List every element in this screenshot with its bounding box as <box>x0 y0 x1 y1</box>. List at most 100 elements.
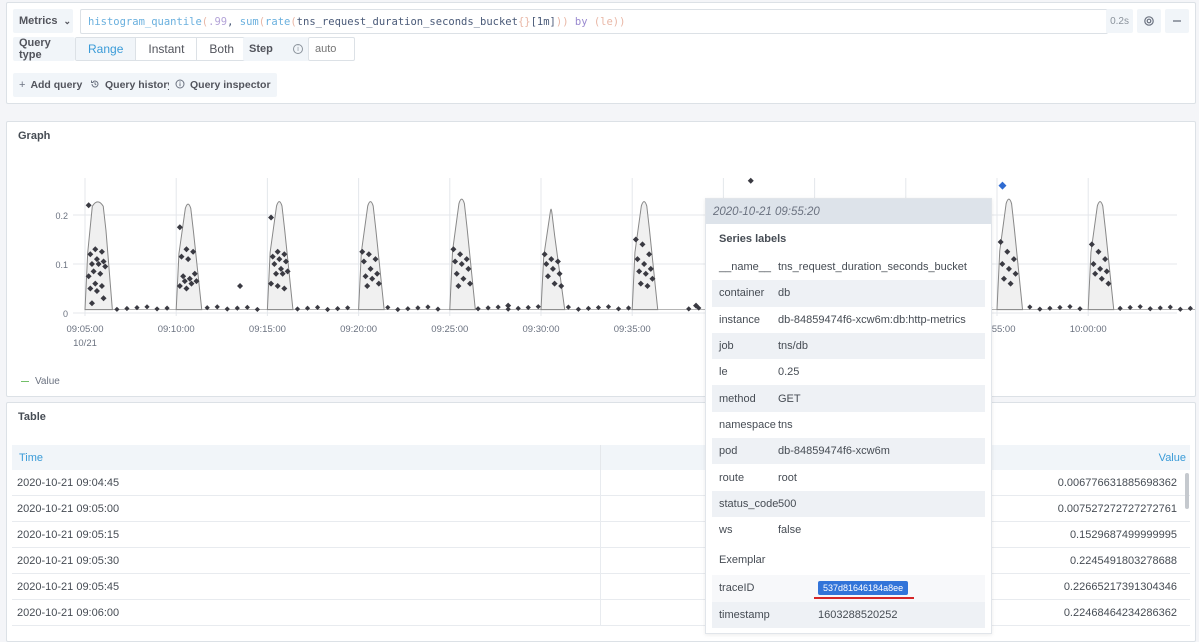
query-editor-panel: Metrics ⌄ histogram_quantile(.99, sum(ra… <box>6 2 1196 104</box>
expression-token: , <box>227 15 240 28</box>
series-label-row: route root <box>712 464 985 490</box>
exemplar-marker <box>1137 304 1143 310</box>
add-query-button[interactable]: + Add query <box>13 73 89 97</box>
expression-token: histogram_quantile <box>88 15 202 28</box>
exemplar-marker <box>585 305 592 311</box>
cell-time: 2020-10-21 09:05:30 <box>12 548 601 573</box>
graph-chart[interactable]: 0 0.1 0.2 09:05:00 09:10:00 09:15:00 09:20:00 0… <box>7 122 1195 372</box>
eye-icon <box>1143 15 1155 27</box>
label-value: 0.25 <box>778 366 800 379</box>
exemplar-marker <box>435 306 441 312</box>
x-tick-label: 09:25:00 <box>431 324 468 335</box>
query-type-range[interactable]: Range <box>76 38 137 60</box>
metrics-browser-button[interactable]: Metrics ⌄ <box>13 9 73 33</box>
label-value: tns <box>778 418 793 431</box>
cell-time: 2020-10-21 09:05:15 <box>12 522 601 547</box>
info-icon[interactable]: i <box>293 44 303 54</box>
label-value: tns_request_duration_seconds_bucket <box>778 261 967 274</box>
exemplar-marker <box>85 202 92 209</box>
exemplar-marker <box>495 304 501 310</box>
expression-token: [1m] <box>530 15 556 28</box>
exemplar-marker <box>395 306 401 313</box>
expression-token: {} <box>517 15 531 28</box>
label-value: GET <box>778 392 801 405</box>
table-row: 2020-10-21 09:06:00 0.22468464234286362 <box>12 600 1190 626</box>
label-value: false <box>778 524 802 537</box>
history-icon <box>90 79 100 92</box>
exemplar-marker <box>535 304 541 310</box>
exemplar-marker <box>565 304 571 310</box>
label-key: __name__ <box>719 261 771 274</box>
plus-icon: + <box>19 79 26 91</box>
exemplar-marker <box>154 306 160 312</box>
minus-icon <box>1172 16 1182 26</box>
exemplar-marker <box>1027 304 1033 310</box>
label-value: 500 <box>778 497 797 510</box>
legend-swatch <box>21 381 29 382</box>
exemplar-marker <box>405 306 411 312</box>
exemplar-row-timestamp: timestamp 1603288520252 <box>712 601 985 628</box>
exemplar-marker <box>214 304 220 310</box>
series-area-peak <box>996 198 1024 311</box>
exemplar-marker <box>254 306 260 313</box>
table-row: 2020-10-21 09:05:15 0.1529687499999995 <box>12 522 1190 548</box>
exemplar-list: traceID 537d81646184a8ee timestamp 16032… <box>706 575 991 628</box>
label-key: status_code <box>719 497 779 510</box>
metrics-button-label: Metrics <box>19 15 58 27</box>
toggle-visibility-button[interactable] <box>1137 9 1161 33</box>
exemplar-marker <box>605 304 612 310</box>
y-tick-label: 0.1 <box>55 260 68 270</box>
query-inspector-label: Query inspector <box>190 79 271 91</box>
exemplar-marker <box>294 306 301 312</box>
step-label-box: Step i <box>243 37 309 61</box>
exemplar-marker <box>1177 306 1183 312</box>
y-tick-label: 0.2 <box>55 211 68 221</box>
exemplar-marker <box>505 302 512 309</box>
column-header-time[interactable]: Time <box>12 445 601 470</box>
exemplar-marker <box>1077 306 1083 312</box>
label-key: pod <box>719 445 738 458</box>
expression-token: )) <box>555 15 569 28</box>
query-type-instant[interactable]: Instant <box>136 38 198 60</box>
exemplar-marker <box>237 283 244 290</box>
label-key: le <box>719 366 728 379</box>
query-type-both[interactable]: Both <box>197 38 247 60</box>
exemplar-marker <box>224 306 230 312</box>
query-expression-input[interactable]: histogram_quantile(.99, sum(rate(tns_req… <box>80 9 1108 34</box>
series-label-row: le 0.25 <box>712 359 985 385</box>
table-scrollbar[interactable] <box>1185 473 1189 509</box>
query-history-button[interactable]: Query history <box>84 73 180 97</box>
series-label-row: __name__ tns_request_duration_seconds_buc… <box>712 254 985 280</box>
cell-time: 2020-10-21 09:05:00 <box>12 496 601 521</box>
series-label-row: method GET <box>712 385 985 412</box>
query-inspector-button[interactable]: Query inspector <box>169 73 277 97</box>
x-tick-label: 09:10:00 <box>158 324 195 335</box>
step-input[interactable] <box>308 37 355 61</box>
x-tick-label: 09:05:00 <box>67 324 104 335</box>
expression-token: by <box>568 15 594 28</box>
trace-id-value: 537d81646184a8ee <box>823 583 904 594</box>
remove-query-button[interactable] <box>1165 9 1189 33</box>
cell-time: 2020-10-21 09:04:45 <box>12 470 601 495</box>
series-label-row: container db <box>712 280 985 307</box>
trace-underline <box>814 597 915 600</box>
trace-id-link[interactable]: 537d81646184a8ee <box>814 581 915 600</box>
exemplar-marker <box>304 305 311 311</box>
exemplar-value: 1603288520252 <box>818 608 898 621</box>
exemplar-marker <box>425 304 431 310</box>
exemplar-tooltip: 2020-10-21 09:55:20 Series labels __name… <box>705 198 992 634</box>
series-label-row: namespace tns <box>712 412 985 438</box>
table-title: Table <box>18 411 46 423</box>
expression-token: .99 <box>208 15 228 28</box>
expression-token: (le)) <box>593 15 626 28</box>
exemplar-marker <box>244 304 250 310</box>
y-tick-label: 0 <box>63 309 68 319</box>
label-key: ws <box>719 524 733 537</box>
label-key: instance <box>719 313 760 326</box>
exemplar-marker <box>615 306 622 312</box>
tooltip-timestamp: 2020-10-21 09:55:20 <box>706 199 991 224</box>
x-tick-label: 09:30:00 <box>523 324 560 335</box>
graph-legend[interactable]: Value <box>21 376 60 387</box>
exemplar-marker <box>124 305 130 312</box>
series-area-peak <box>358 201 385 311</box>
